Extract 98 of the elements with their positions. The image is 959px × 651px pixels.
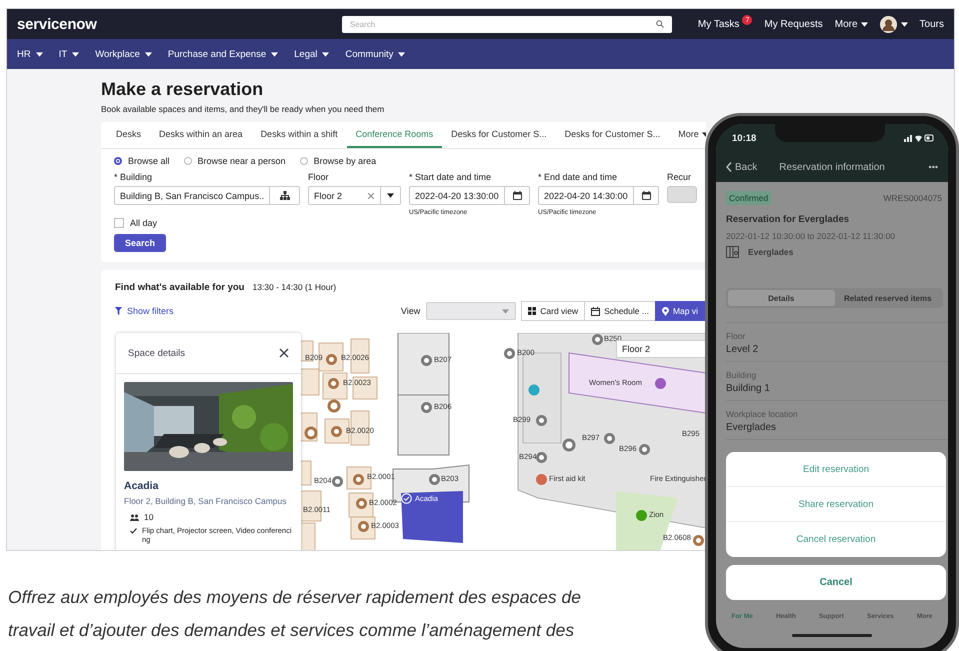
page-subtitle: Book available spaces and items, and they'll be ready when you need them <box>101 104 386 114</box>
detail-label: Workplace location <box>726 409 799 419</box>
reservation-number: WRES0004075 <box>883 193 942 203</box>
nav-menu[interactable]: Legal <box>294 48 330 60</box>
map-pin[interactable] <box>504 348 514 358</box>
space-name: Acadia <box>124 480 160 492</box>
building-field[interactable]: Building B, San Francisco Campus.. <box>114 186 300 205</box>
location-pin-icon <box>662 306 669 316</box>
status-icons <box>904 134 934 142</box>
back-button[interactable]: Back <box>726 162 758 172</box>
calendar-icon <box>642 191 650 200</box>
people-icon <box>130 514 139 520</box>
tab[interactable]: Desks for Customer S... <box>556 122 670 148</box>
results-title: Find what's available for you <box>115 282 244 293</box>
hierarchy-icon <box>280 191 290 200</box>
avatar-icon[interactable] <box>880 16 897 32</box>
tab[interactable]: Desks for Customer S... <box>442 122 556 148</box>
calendar-icon <box>512 191 522 200</box>
status-time: 10:18 <box>732 132 756 144</box>
segment-tab[interactable]: Details <box>728 290 834 306</box>
field-label: * Start date and time <box>409 172 492 182</box>
header-link[interactable]: My Requests <box>764 18 823 30</box>
radio-label: Browse near a person <box>198 156 286 166</box>
detail-label: Floor <box>726 331 746 341</box>
filter-icon <box>115 307 122 315</box>
view-button[interactable]: Card view <box>521 301 586 321</box>
space-location: Floor 2, Building B, San Francisco Campus <box>124 496 288 506</box>
action-button[interactable]: Share reservation <box>726 487 946 522</box>
caret-icon <box>72 52 80 56</box>
recur-toggle[interactable] <box>667 186 697 203</box>
capacity: 10 <box>144 512 154 522</box>
field-label: * Building <box>114 172 154 182</box>
reservation-time: 2022-01-12 10:30:00 to 2022-01-12 11:30:00 <box>726 231 896 241</box>
tab[interactable]: Desks within a shift <box>252 122 347 148</box>
panel-title: Space details <box>128 348 186 358</box>
tab[interactable]: Desks <box>107 122 150 148</box>
caret-icon <box>387 193 394 198</box>
checkbox-label: All day <box>130 218 158 228</box>
map-pin[interactable] <box>692 534 704 546</box>
detail-value: Building 1 <box>726 383 771 394</box>
field-label: Floor <box>308 172 330 182</box>
radio-button[interactable] <box>114 157 122 165</box>
date-time-field[interactable]: 2022-04-20 13:30:00 <box>409 186 530 205</box>
header-link[interactable]: More <box>834 18 868 30</box>
room-name: Everglades <box>748 247 794 257</box>
radio-button[interactable] <box>300 157 308 165</box>
tab[interactable]: Conference Rooms <box>346 122 442 148</box>
view-button[interactable]: Map vi <box>654 301 705 321</box>
caret-icon <box>144 52 152 56</box>
nav-menu[interactable]: Community <box>345 48 406 60</box>
map-pin[interactable] <box>332 476 342 486</box>
page-title: Make a reservation <box>101 79 264 100</box>
search-field[interactable]: Search <box>342 16 672 32</box>
cancel-button[interactable]: Cancel <box>726 565 946 600</box>
header-link[interactable]: Tours <box>920 18 944 30</box>
calendar-icon <box>591 306 600 316</box>
tab[interactable]: Desks within an area <box>150 122 252 148</box>
check-circle-icon <box>401 493 412 504</box>
grid-icon <box>528 307 536 315</box>
field-label: Recur <box>667 172 692 182</box>
caret-icon <box>36 52 43 56</box>
nav-menu[interactable]: Purchase and Expense <box>168 48 278 60</box>
caret-icon <box>398 52 406 56</box>
detail-value: Level 2 <box>726 344 760 355</box>
radio-label: Browse by area <box>314 156 376 166</box>
caret-icon <box>502 308 510 314</box>
nav-menu[interactable]: HR <box>17 48 43 60</box>
search-button[interactable]: Search <box>114 234 166 252</box>
radio-button[interactable] <box>184 157 192 165</box>
show-filters-link[interactable]: Show filters <box>115 306 174 316</box>
tab[interactable]: More <box>669 122 706 148</box>
check-icon <box>130 528 137 534</box>
caption-line: Offrez aux employés des moyens de réserver rapidement des espaces de <box>8 586 581 609</box>
view-button[interactable]: Schedule ... <box>584 301 656 321</box>
view-label: View <box>400 306 420 316</box>
clear-icon <box>368 192 374 198</box>
chevron-icon <box>726 162 732 172</box>
checkbox[interactable] <box>114 218 124 228</box>
detail-value: Everglades <box>726 422 778 433</box>
more-button[interactable]: ••• <box>928 162 938 172</box>
caret-icon <box>271 52 278 56</box>
date-time-field[interactable]: 2022-04-20 14:30:00 <box>538 186 659 205</box>
search-icon <box>656 20 664 28</box>
detail-label: Building <box>726 370 758 380</box>
field-label: * End date and time <box>538 172 618 182</box>
caption-line: travail et d’ajouter des demandes et services comme l’aménagement des <box>8 619 574 642</box>
reservation-heading: Reservation for Everglades <box>726 214 850 225</box>
radio-label: Browse all <box>128 156 170 166</box>
logo[interactable]: servicenow <box>17 16 342 32</box>
nav-menu[interactable]: Workplace <box>95 48 152 60</box>
screen-title: Reservation information <box>779 162 886 172</box>
floor-select[interactable]: Floor 2 <box>308 186 401 205</box>
nav-menu[interactable]: IT <box>58 48 80 60</box>
room-icon <box>726 246 739 258</box>
floor-label: Floor 2 <box>616 340 706 358</box>
status-badge: Confirmed <box>726 191 772 205</box>
time-range: 13:30 - 14:30 (1 Hour) <box>252 282 336 292</box>
caret-icon <box>322 52 330 56</box>
